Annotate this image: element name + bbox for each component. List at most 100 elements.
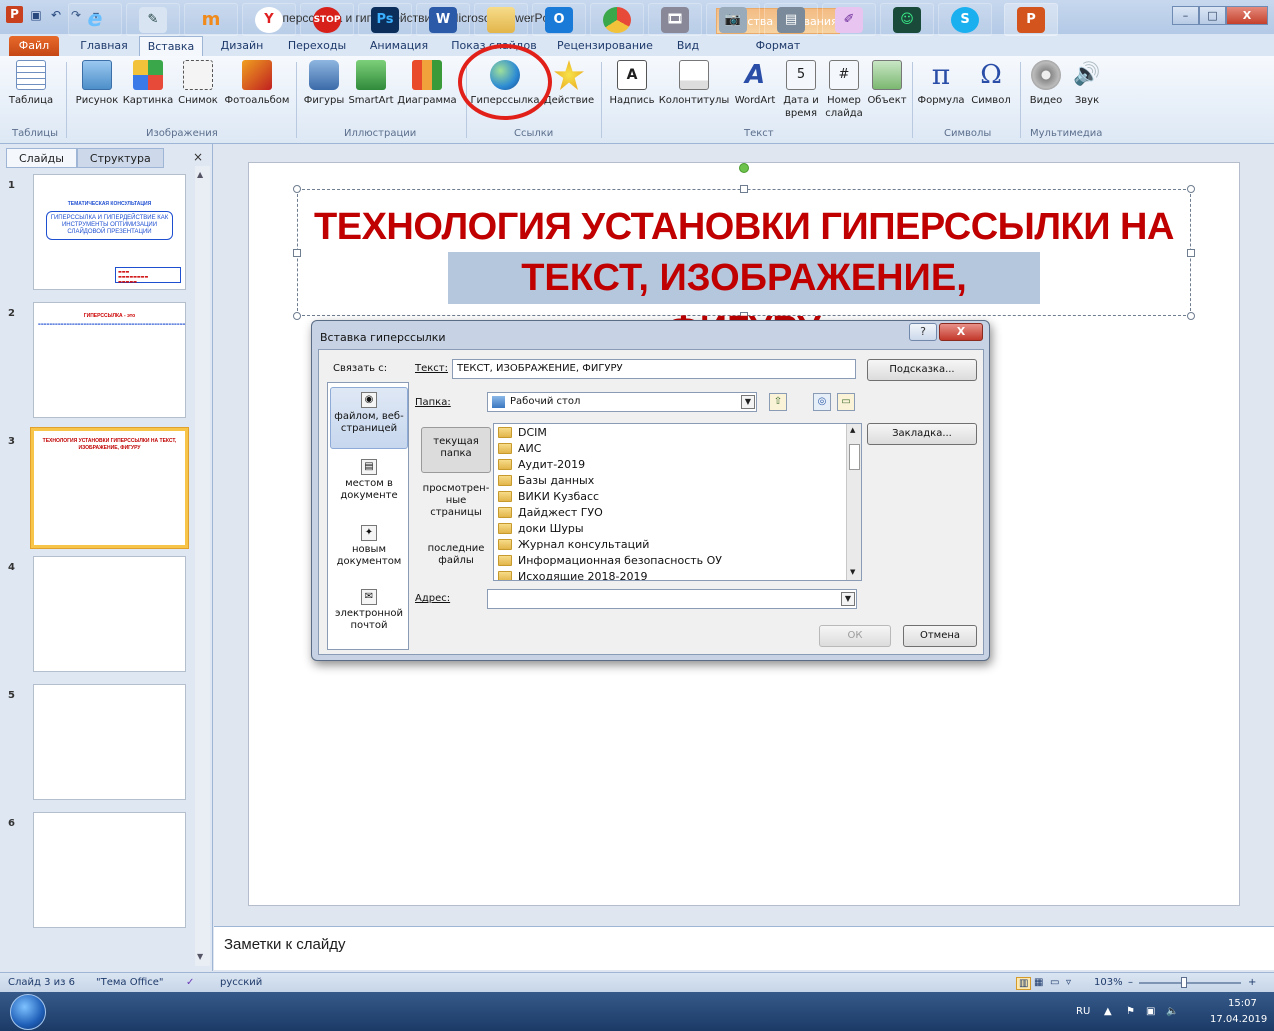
tab-format[interactable]: Формат bbox=[736, 36, 820, 56]
taskbar-word[interactable]: W bbox=[416, 3, 470, 36]
spellcheck-icon[interactable]: ✓ bbox=[186, 977, 194, 988]
cancel-button[interactable]: Отмена bbox=[903, 625, 977, 647]
taskbar-app[interactable]: ✎ bbox=[126, 3, 180, 36]
bookmark-button[interactable]: Закладка... bbox=[867, 423, 977, 445]
audio-button[interactable]: 🔊 Звук bbox=[1068, 60, 1106, 107]
taskbar-explorer[interactable] bbox=[474, 3, 528, 36]
slide-thumbnail-1[interactable]: ТЕМАТИЧЕСКАЯ КОНСУЛЬТАЦИЯ ГИПЕРССЫЛКА И … bbox=[33, 174, 186, 290]
photoalbum-button[interactable]: Фотоальбом bbox=[222, 60, 292, 107]
zoom-level[interactable]: 103% bbox=[1094, 977, 1123, 988]
rotation-handle[interactable] bbox=[739, 163, 749, 173]
look-in-dropdown[interactable]: Рабочий стол bbox=[487, 392, 757, 412]
table-button[interactable]: Таблица bbox=[6, 60, 56, 107]
zoom-out-button[interactable]: – bbox=[1128, 977, 1133, 988]
dialog-close-button[interactable]: X bbox=[939, 323, 983, 341]
wordart-button[interactable]: A WordArt bbox=[730, 60, 780, 107]
object-button[interactable]: Объект bbox=[866, 60, 908, 107]
browse-web-icon[interactable]: ◎ bbox=[813, 393, 831, 411]
tab-review[interactable]: Рецензирование bbox=[552, 36, 658, 56]
scroll-up-icon[interactable]: ▲ bbox=[850, 426, 855, 434]
scroll-thumb[interactable] bbox=[849, 444, 860, 470]
taskbar-chrome[interactable] bbox=[590, 3, 644, 36]
pane-close-icon[interactable]: × bbox=[193, 150, 203, 164]
volume-icon[interactable]: 🔈 bbox=[1166, 1006, 1178, 1017]
text-to-display-input[interactable]: ТЕКСТ, ИЗОБРАЖЕНИЕ, ФИГУРУ bbox=[452, 359, 856, 379]
slide-thumbnail-5[interactable] bbox=[33, 684, 186, 800]
slide-title-line1[interactable]: ТЕХНОЛОГИЯ УСТАНОВКИ ГИПЕРССЫЛКИ НА bbox=[297, 206, 1191, 249]
tab-insert[interactable]: Вставка bbox=[139, 36, 203, 57]
slide-thumbnail-6[interactable] bbox=[33, 812, 186, 928]
nav-current-folder[interactable]: текущая папка bbox=[421, 427, 491, 473]
screenshot-button[interactable]: Снимок bbox=[174, 60, 222, 107]
taskbar-photoshop[interactable]: Ps bbox=[358, 3, 412, 36]
network-tray-icon[interactable]: ▣ bbox=[1146, 1006, 1155, 1017]
address-input[interactable] bbox=[487, 589, 857, 609]
list-item[interactable]: Дайджест ГУО bbox=[498, 504, 603, 520]
headerfooter-button[interactable]: Колонтитулы bbox=[658, 60, 730, 107]
close-button[interactable]: X bbox=[1226, 6, 1268, 25]
clock-time[interactable]: 15:07 bbox=[1228, 998, 1257, 1009]
list-item[interactable]: Аудит-2019 bbox=[498, 456, 585, 472]
nav-recent-files[interactable]: последние файлы bbox=[421, 543, 491, 573]
shapes-button[interactable]: Фигуры bbox=[300, 60, 348, 107]
scroll-down-icon[interactable]: ▼ bbox=[850, 568, 855, 576]
file-list-scrollbar[interactable]: ▲ ▼ bbox=[846, 424, 861, 580]
slide-thumbnail-3[interactable]: ТЕХНОЛОГИЯ УСТАНОВКИ ГИПЕРССЫЛКИ НА ТЕКС… bbox=[30, 427, 189, 549]
taskbar-paint[interactable]: ✐ bbox=[822, 3, 876, 36]
smartart-button[interactable]: SmartArt bbox=[346, 60, 396, 107]
powerpoint-logo-icon[interactable]: P bbox=[6, 6, 23, 23]
theme-name[interactable]: "Тема Office" bbox=[96, 977, 164, 988]
resize-handle[interactable] bbox=[293, 185, 301, 193]
equation-button[interactable]: π Формула bbox=[916, 60, 966, 107]
taskbar-camera[interactable]: 📷 bbox=[706, 3, 760, 36]
maximize-button[interactable]: □ bbox=[1199, 6, 1226, 25]
taskbar-network[interactable]: ▤ bbox=[764, 3, 818, 36]
clipart-button[interactable]: Картинка bbox=[122, 60, 174, 107]
tab-view[interactable]: Вид bbox=[668, 36, 708, 56]
link-to-place-in-document[interactable]: ▤ местом в документе bbox=[330, 459, 408, 515]
flag-icon[interactable]: ⚑ bbox=[1126, 1006, 1135, 1017]
link-to-existing-file[interactable]: ◉ файлом, веб-страницей bbox=[330, 387, 408, 449]
video-button[interactable]: Видео bbox=[1024, 60, 1068, 107]
list-item[interactable]: АИС bbox=[498, 440, 541, 456]
ok-button[interactable]: ОК bbox=[819, 625, 891, 647]
link-to-new-document[interactable]: ✦ новым документом bbox=[330, 525, 408, 581]
reading-view-icon[interactable]: ▭ bbox=[1050, 977, 1059, 988]
undo-icon[interactable]: ↶ bbox=[49, 8, 63, 22]
nav-browsed-pages[interactable]: просмотрен-ные страницы bbox=[421, 483, 491, 523]
taskbar-skype[interactable]: S bbox=[938, 3, 992, 36]
file-list[interactable]: DCIM АИС Аудит-2019 Базы данных ВИКИ Куз… bbox=[493, 423, 862, 581]
taskbar-app2[interactable]: ☺ bbox=[880, 3, 934, 36]
start-button-icon[interactable] bbox=[10, 994, 46, 1030]
resize-handle[interactable] bbox=[1187, 185, 1195, 193]
link-to-email[interactable]: ✉ электронной почтой bbox=[330, 589, 408, 645]
list-item[interactable]: Журнал консультаций bbox=[498, 536, 649, 552]
resize-handle[interactable] bbox=[740, 185, 748, 193]
slides-scrollbar[interactable]: ▲ ▼ bbox=[195, 166, 210, 966]
resize-handle[interactable] bbox=[1187, 249, 1195, 257]
slide-sorter-icon[interactable]: ▦ bbox=[1034, 977, 1043, 988]
taskbar-media[interactable]: 🎞 bbox=[648, 3, 702, 36]
dropdown-arrow-icon[interactable]: ▼ bbox=[741, 395, 755, 409]
slide-thumbnail-4[interactable] bbox=[33, 556, 186, 672]
taskbar-moodle[interactable]: m bbox=[184, 3, 238, 36]
screentip-button[interactable]: Подсказка... bbox=[867, 359, 977, 381]
slideshow-view-icon[interactable]: ▿ bbox=[1066, 977, 1071, 988]
symbol-button[interactable]: Ω Символ bbox=[966, 60, 1016, 107]
browse-file-icon[interactable]: ▭ bbox=[837, 393, 855, 411]
tab-home[interactable]: Главная bbox=[75, 36, 133, 56]
zoom-slider-knob[interactable] bbox=[1181, 977, 1187, 988]
list-item[interactable]: доки Шуры bbox=[498, 520, 584, 536]
normal-view-icon[interactable]: ▥ bbox=[1016, 977, 1032, 990]
list-item[interactable]: Исходящие 2018-2019 bbox=[498, 568, 647, 580]
scroll-down-icon[interactable]: ▼ bbox=[197, 952, 203, 961]
resize-handle[interactable] bbox=[293, 249, 301, 257]
tab-transitions[interactable]: Переходы bbox=[282, 36, 352, 56]
tab-animation[interactable]: Анимация bbox=[362, 36, 436, 56]
list-item[interactable]: Базы данных bbox=[498, 472, 594, 488]
taskbar-powerpoint[interactable]: P bbox=[1004, 3, 1058, 36]
tab-outline[interactable]: Структура bbox=[76, 148, 164, 168]
help-button[interactable]: ? bbox=[909, 323, 937, 341]
up-folder-icon[interactable]: ⇧ bbox=[769, 393, 787, 411]
language-indicator[interactable]: русский bbox=[220, 977, 262, 988]
